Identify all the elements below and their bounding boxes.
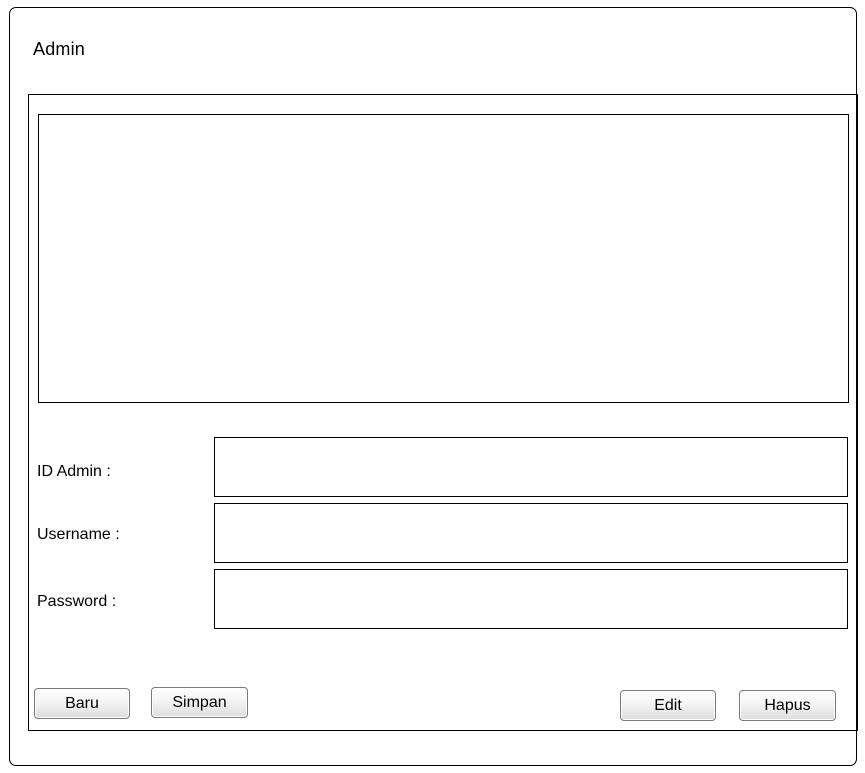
simpan-button[interactable]: Simpan (151, 687, 248, 718)
window-title: Admin (33, 39, 86, 59)
username-input[interactable] (214, 503, 848, 563)
admin-data-list[interactable] (38, 114, 849, 403)
baru-button[interactable]: Baru (34, 688, 130, 719)
username-label: Username : (37, 526, 120, 543)
hapus-button[interactable]: Hapus (739, 690, 836, 721)
password-input[interactable] (214, 569, 848, 629)
edit-button[interactable]: Edit (620, 690, 716, 721)
id-admin-input[interactable] (214, 437, 848, 497)
id-admin-label: ID Admin : (37, 463, 111, 480)
password-label: Password : (37, 593, 117, 610)
